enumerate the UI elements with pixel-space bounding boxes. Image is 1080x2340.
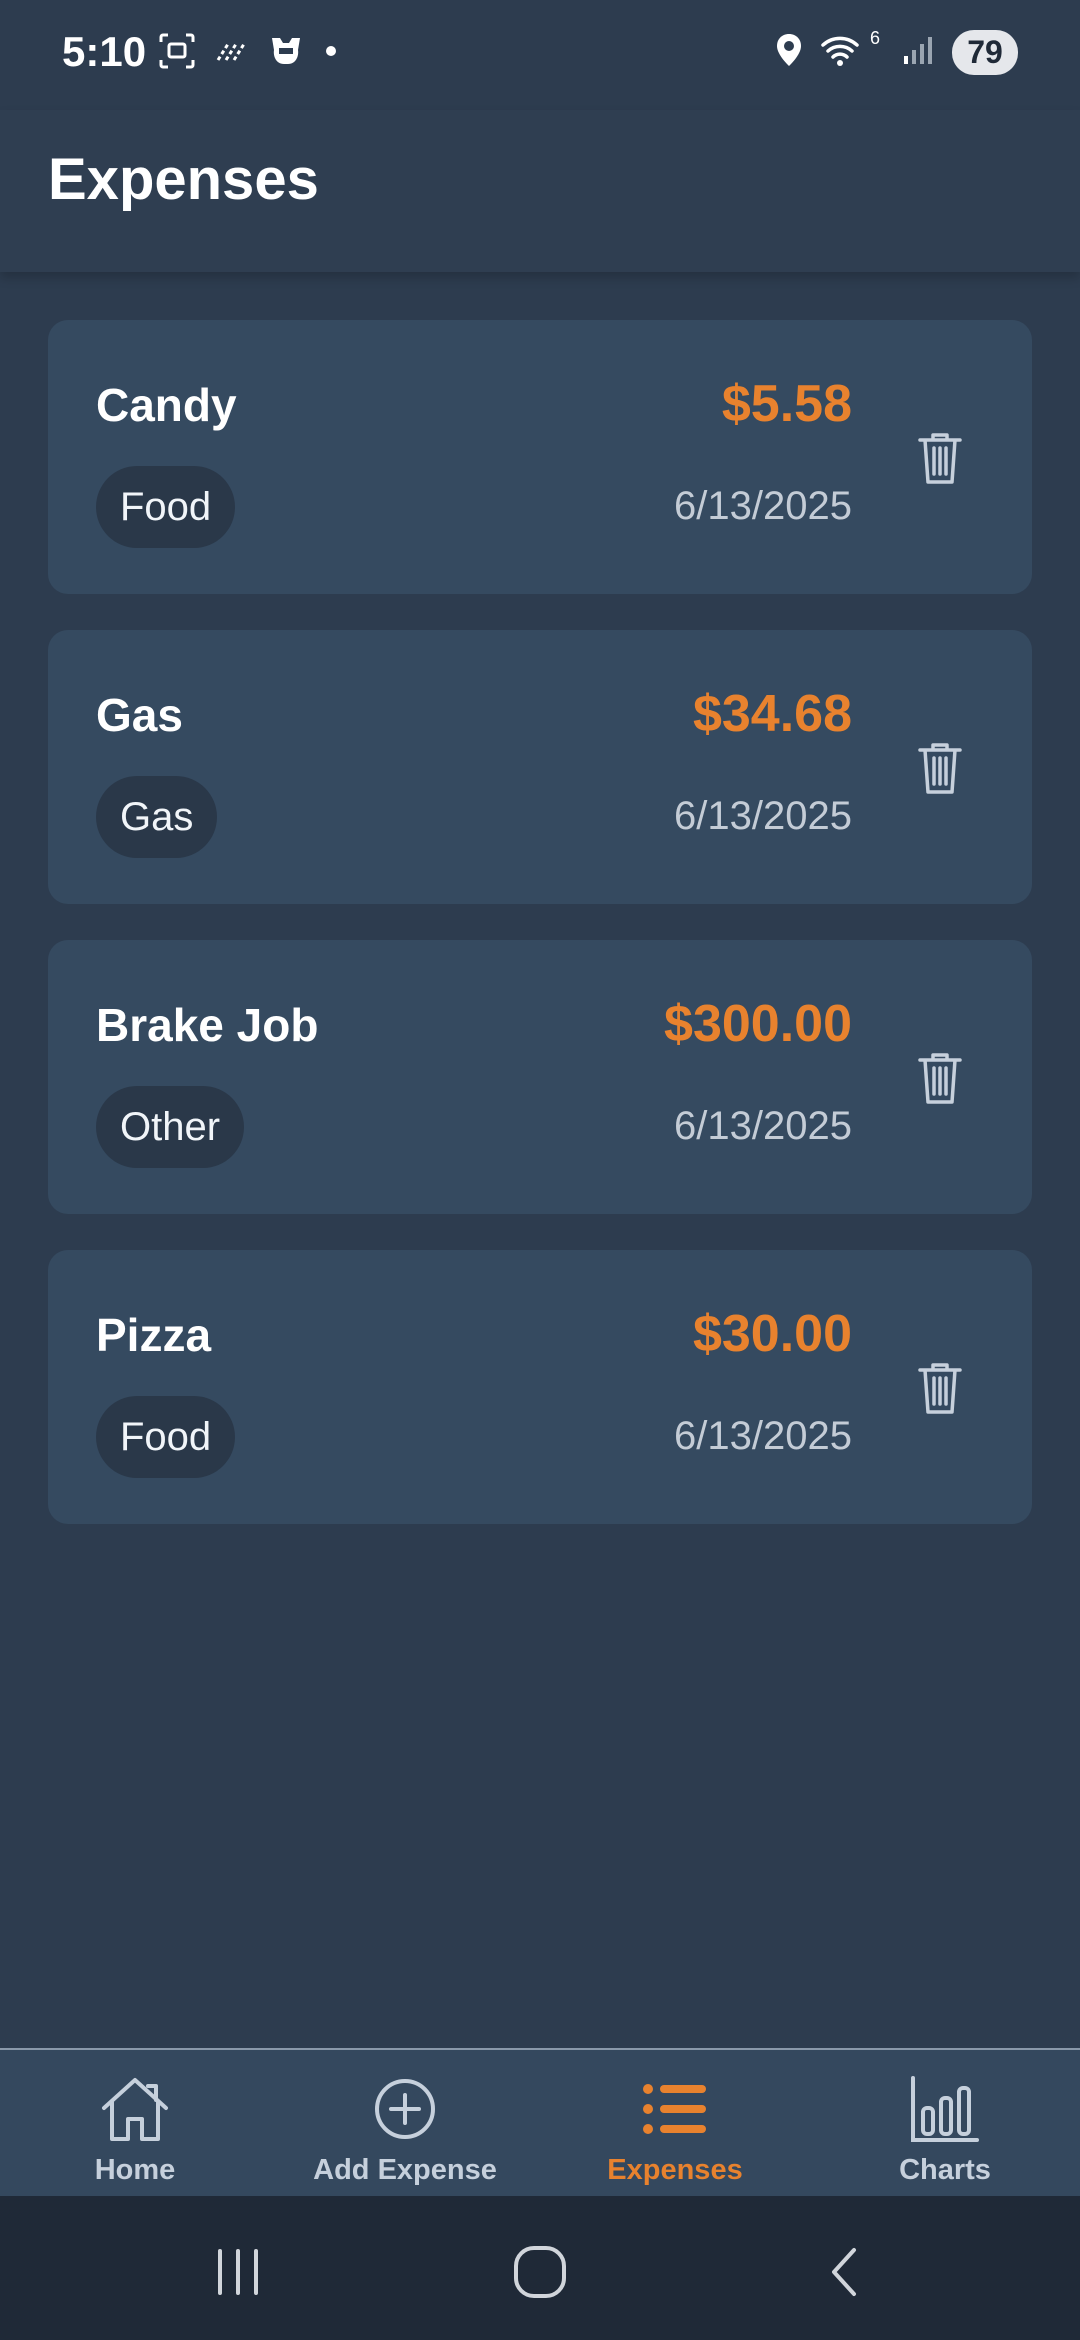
expense-date: 6/13/2025: [674, 484, 852, 528]
delete-button[interactable]: [904, 1042, 976, 1114]
expense-date: 6/13/2025: [674, 1104, 852, 1148]
nav-label: Add Expense: [313, 2154, 497, 2186]
expense-card[interactable]: Candy Food $5.58 6/13/2025: [48, 320, 1032, 594]
nav-item-home[interactable]: Home: [0, 2050, 270, 2196]
status-time: 5:10: [62, 28, 147, 75]
expense-card[interactable]: Gas Gas $34.68 6/13/2025: [48, 630, 1032, 904]
location-icon: [774, 32, 804, 73]
app-bar: Expenses: [0, 110, 1080, 272]
wifi-generation: 6: [869, 28, 880, 48]
category-chip: Food: [96, 1396, 236, 1478]
category-chip: Food: [96, 466, 236, 548]
recents-button[interactable]: [198, 2232, 278, 2312]
nav-item-expenses[interactable]: Expenses: [540, 2050, 810, 2196]
status-icons-right: 6 79: [774, 28, 1018, 75]
delete-button[interactable]: [904, 422, 976, 494]
battery-indicator: 79: [952, 30, 1018, 75]
home-icon: [98, 2072, 172, 2146]
expense-name: Gas: [96, 689, 183, 741]
delete-button[interactable]: [904, 732, 976, 804]
expense-amount: $5.58: [721, 375, 852, 433]
list-icon: [638, 2072, 712, 2146]
signal-icon: [902, 34, 936, 71]
delete-button[interactable]: [904, 1352, 976, 1424]
expense-name: Brake Job: [96, 999, 319, 1051]
expense-amount: $300.00: [664, 995, 852, 1053]
expense-name: Candy: [96, 379, 237, 431]
game-icon: [266, 34, 306, 73]
trash-icon: [918, 433, 962, 484]
bottom-nav: Home Add Expense Expenses Charts: [0, 2048, 1080, 2196]
nav-label: Home: [94, 2154, 176, 2186]
home-button[interactable]: [500, 2232, 580, 2312]
status-icons-left: [158, 32, 338, 75]
back-icon: [832, 2248, 856, 2296]
expense-card[interactable]: Pizza Food $30.00 6/13/2025: [48, 1250, 1032, 1524]
nav-item-add-expense[interactable]: Add Expense: [270, 2050, 540, 2196]
status-bar: 5:10 6 79: [0, 0, 1080, 110]
trash-icon: [918, 1053, 962, 1104]
dot-icon: [324, 44, 338, 63]
expense-amount: $34.68: [692, 685, 852, 743]
screenshot-icon: [158, 32, 196, 75]
system-nav-bar: [0, 2196, 1080, 2340]
add-circle-icon: [368, 2072, 442, 2146]
expense-card[interactable]: Brake Job Other $300.00 6/13/2025: [48, 940, 1032, 1214]
expense-name: Pizza: [96, 1309, 212, 1361]
wifi-icon: [820, 33, 860, 72]
bar-chart-icon: [908, 2072, 982, 2146]
home-circle-icon: [514, 2246, 566, 2298]
category-chip: Other: [96, 1086, 245, 1168]
nav-label: Charts: [899, 2154, 991, 2186]
back-button[interactable]: [804, 2232, 884, 2312]
page-title: Expenses: [48, 147, 319, 212]
expense-date: 6/13/2025: [674, 1414, 852, 1458]
trash-icon: [918, 743, 962, 794]
recents-icon: [218, 2249, 258, 2295]
category-chip: Gas: [96, 776, 218, 858]
expense-amount: $30.00: [692, 1305, 852, 1363]
expense-list: Candy Food $5.58 6/13/2025 Gas Gas $34.6…: [48, 320, 1032, 1524]
nfc-icon: [214, 36, 248, 71]
expense-date: 6/13/2025: [674, 794, 852, 838]
trash-icon: [918, 1363, 962, 1414]
nav-label: Expenses: [607, 2154, 743, 2186]
nav-item-charts[interactable]: Charts: [810, 2050, 1080, 2196]
